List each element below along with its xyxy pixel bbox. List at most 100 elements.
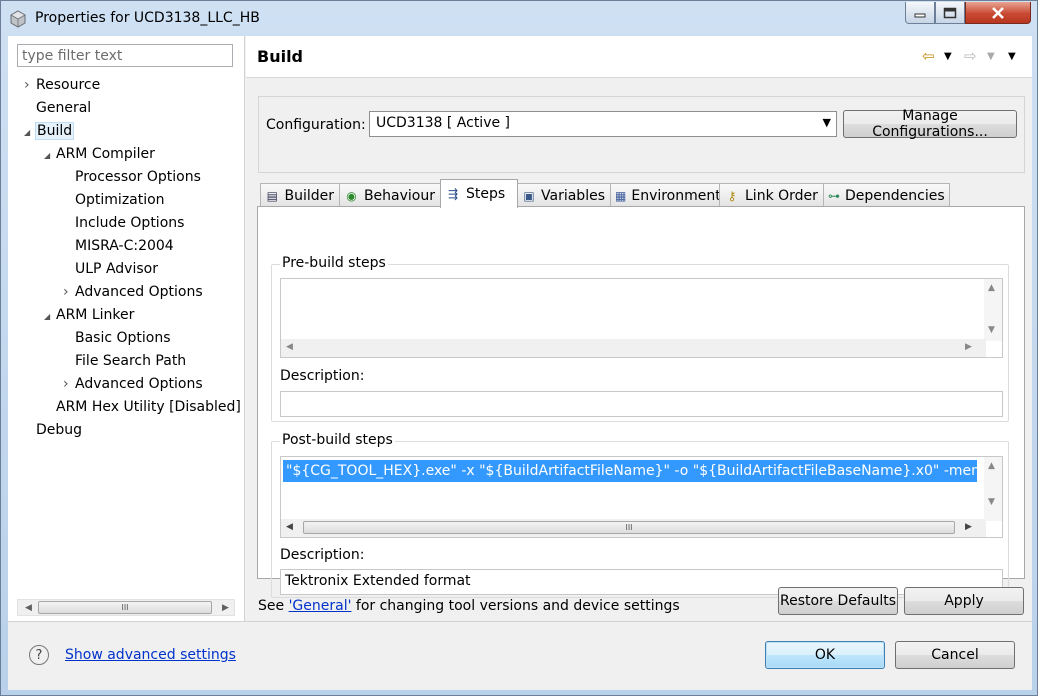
behaviour-icon: ◉ [346,188,357,203]
scroll-right-icon[interactable]: ▶ [965,342,972,352]
tab-builder[interactable]: ▤ Builder [260,183,340,207]
tree-horizontal-scrollbar[interactable]: ◀ III ▶ [17,599,235,616]
chevron-down-icon: ▼ [822,116,831,129]
scroll-right-icon[interactable]: ▶ [217,600,234,615]
scroll-right-icon[interactable]: ▶ [965,522,972,532]
minimize-button[interactable] [905,2,935,24]
tab-dependencies[interactable]: ⊶ Dependencies [823,183,950,207]
scroll-thumb[interactable]: III [303,521,955,534]
tab-strip: ▤ Builder ◉ Behaviour ⇶ Steps ▣ Variables ▦ Envir… [260,179,1020,208]
steps-tab-body: Pre-build steps ▲ ▼ ◀ ▶ Description: Pos… [257,206,1025,598]
help-icon[interactable]: ? [29,645,49,665]
tree-item-ulp-advisor[interactable]: ULP Advisor [63,258,158,280]
tree-item-file-search-path[interactable]: File Search Path [63,350,186,372]
tab-behaviour[interactable]: ◉ Behaviour [339,183,441,207]
post-build-description-label: Description: [280,547,365,563]
tree-item-label: Basic Options [75,330,171,346]
tree-item-basic-options[interactable]: Basic Options [63,327,171,349]
tree-item-advanced-options[interactable]: › Advanced Options [63,373,203,395]
tree-item-optimization[interactable]: Optimization [63,189,165,211]
pre-build-vertical-scrollbar[interactable]: ▲ ▼ [984,279,1002,341]
expand-twisty-icon[interactable]: › [63,373,75,395]
restore-defaults-button[interactable]: Restore Defaults [778,587,898,615]
tab-environment[interactable]: ▦ Environment [610,183,721,207]
tree-item-processor-options[interactable]: Processor Options [63,166,201,188]
pre-build-horizontal-scrollbar[interactable]: ◀ ▶ [281,339,986,357]
tab-label: Steps [466,186,506,202]
tree-item-include-options[interactable]: Include Options [63,212,184,234]
show-advanced-settings-link[interactable]: Show advanced settings [65,647,236,663]
tree-item-label: Resource [36,77,101,93]
minimize-icon [914,13,926,17]
settings-tree-panel: ›ResourceGeneral◢Build◢ARM CompilerProce… [8,36,245,621]
forward-dropdown-icon[interactable]: ▼ [987,51,995,62]
tree-item-arm-compiler[interactable]: ◢ ARM Compiler [44,143,155,165]
tab-label: Builder [284,187,334,204]
tree-item-label: File Search Path [75,353,187,369]
page-title: Build [257,47,304,66]
tree-item-advanced-options[interactable]: › Advanced Options [63,281,203,303]
scroll-up-icon[interactable]: ▲ [988,461,995,471]
general-link[interactable]: 'General' [289,598,352,614]
properties-window: Properties for UCD3138_LLC_HB ›ResourceG… [0,0,1038,696]
forward-arrow-icon[interactable]: ⇨ [964,47,977,65]
back-dropdown-icon[interactable]: ▼ [944,51,952,62]
scroll-left-icon[interactable]: ◀ [20,600,37,615]
post-build-vertical-scrollbar[interactable]: ▲ ▼ [984,457,1002,521]
tree-item-label: ARM Hex Utility [Disabled] [56,399,241,415]
ok-button[interactable]: OK [765,641,885,669]
scroll-down-icon[interactable]: ▼ [988,325,995,335]
cancel-button[interactable]: Cancel [895,641,1015,669]
scroll-thumb[interactable]: III [38,601,212,614]
tree-item-label: Build [34,122,75,140]
maximize-button[interactable] [935,2,965,24]
manage-configurations-button[interactable]: Manage Configurations... [843,108,1017,140]
apply-button[interactable]: Apply [904,587,1024,615]
tree-item-debug[interactable]: Debug [24,419,82,441]
scroll-down-icon[interactable]: ▼ [988,497,995,507]
page-header: Build ⇦ ▼ ⇨ ▼ ▼ [246,36,1032,78]
filter-input[interactable] [17,44,233,67]
scroll-left-icon[interactable]: ◀ [286,342,293,352]
environment-icon: ▦ [615,188,627,203]
maximize-icon [943,7,957,18]
collapse-twisty-icon[interactable]: ◢ [44,306,56,328]
pre-build-textarea[interactable]: ▲ ▼ ◀ ▶ [280,278,1003,358]
collapse-twisty-icon[interactable]: ◢ [44,145,56,167]
gear-cube-icon [10,10,26,28]
tab-steps[interactable]: ⇶ Steps [440,179,518,208]
hint-prefix: See [258,598,289,614]
post-build-textarea[interactable]: "${CG_TOOL_HEX}.exe" -x "${BuildArtifact… [280,456,1003,538]
tree-item-resource[interactable]: › Resource [24,74,100,96]
title-bar[interactable]: Properties for UCD3138_LLC_HB [1,1,1037,37]
tree-item-arm-linker[interactable]: ◢ ARM Linker [44,304,134,326]
tree-item-label: Processor Options [75,169,201,185]
configuration-select[interactable]: UCD3138 [ Active ] ▼ [369,111,837,137]
pre-build-group: Pre-build steps ▲ ▼ ◀ ▶ Description: [271,255,1009,422]
expand-twisty-icon[interactable]: › [63,281,75,303]
pre-build-description-field[interactable] [280,391,1003,417]
tab-variables[interactable]: ▣ Variables [517,183,611,207]
expand-twisty-icon[interactable]: › [24,74,36,96]
tree-item-misra-c-2004[interactable]: MISRA-C:2004 [63,235,174,257]
dialog-button-bar: ? Show advanced settings OK Cancel [8,621,1032,690]
post-build-command[interactable]: "${CG_TOOL_HEX}.exe" -x "${BuildArtifact… [283,460,977,482]
tree-item-arm-hex-utility-disabled[interactable]: ARM Hex Utility [Disabled] [44,396,241,418]
pre-build-title: Pre-build steps [280,255,388,271]
back-arrow-icon[interactable]: ⇦ [922,47,935,65]
hint-suffix: for changing tool versions and device se… [351,598,680,614]
tab-link-order[interactable]: ⚷ Link Order [719,183,824,207]
steps-icon: ⇶ [447,187,459,201]
tree-item-label: Debug [36,422,83,438]
scroll-up-icon[interactable]: ▲ [988,283,995,293]
scroll-left-icon[interactable]: ◀ [286,522,293,532]
tree-item-build[interactable]: ◢ Build [24,120,75,144]
tree-item-general[interactable]: General [24,97,91,119]
view-menu-icon[interactable]: ▼ [1008,51,1016,62]
post-build-horizontal-scrollbar[interactable]: ◀ III ▶ [281,519,986,537]
tab-label: Environment [631,187,721,204]
close-button[interactable] [965,2,1031,24]
collapse-twisty-icon[interactable]: ◢ [24,122,36,144]
build-page: Build ⇦ ▼ ⇨ ▼ ▼ Configuration: UCD3138 [… [246,36,1032,621]
close-icon [992,6,1004,19]
